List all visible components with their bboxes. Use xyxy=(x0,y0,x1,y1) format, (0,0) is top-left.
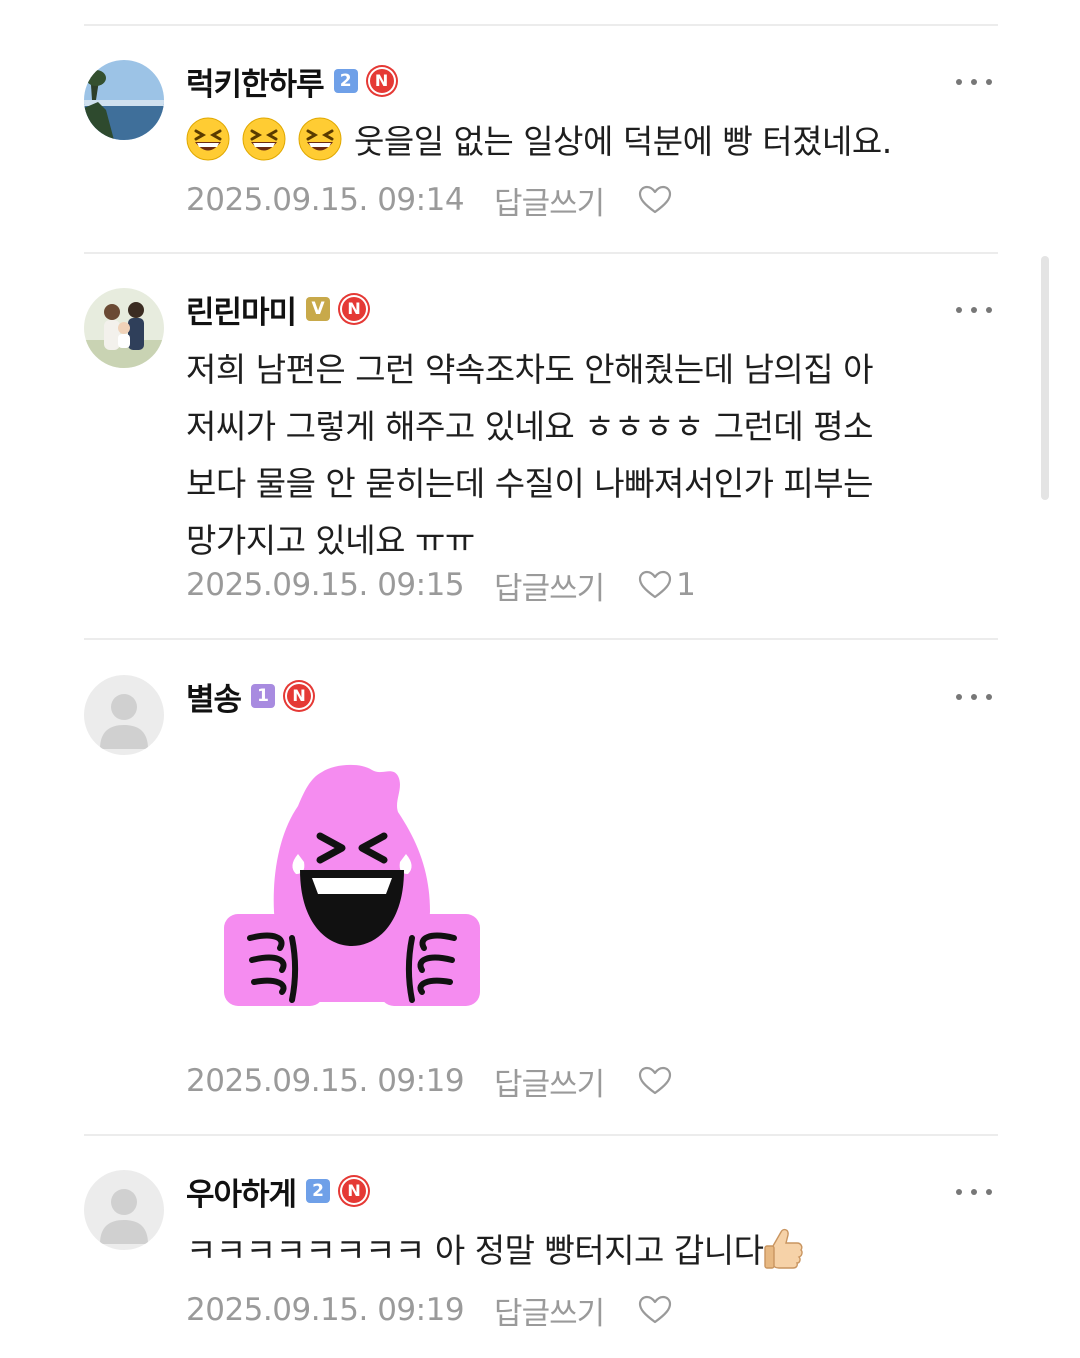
comment-text-line: 저희 남편은 그런 약속조차도 안해줬는데 남의집 아 xyxy=(186,350,874,389)
thumbs-up-icon xyxy=(764,1228,804,1269)
more-options-icon[interactable] xyxy=(956,1186,992,1198)
heart-icon[interactable] xyxy=(638,570,672,600)
comment-header: 별송 1 N xyxy=(186,674,314,719)
n-badge: N xyxy=(367,67,396,95)
heart-icon[interactable] xyxy=(638,185,672,215)
divider xyxy=(84,24,998,26)
reply-button[interactable]: 답글쓰기 xyxy=(494,1288,605,1333)
comment-text: 저희 남편은 그런 약속조차도 안해줬는데 남의집 아 저씨가 그렇게 해주고 … xyxy=(186,341,986,569)
comment-meta: 2025.09.15. 09:14 답글쓰기 xyxy=(186,178,676,222)
avatar[interactable] xyxy=(84,1170,164,1250)
n-badge: N xyxy=(340,1177,369,1205)
comment-meta: 2025.09.15. 09:15 답글쓰기 1 xyxy=(186,563,696,607)
grinning-squinting-face-icon xyxy=(186,117,230,161)
comment-header: 우아하게 2 N xyxy=(186,1169,369,1214)
avatar[interactable] xyxy=(84,60,164,140)
more-options-icon[interactable] xyxy=(956,691,992,703)
scrollbar[interactable] xyxy=(1041,256,1049,500)
more-options-icon[interactable] xyxy=(956,76,992,88)
heart-icon[interactable] xyxy=(638,1066,672,1096)
divider xyxy=(84,252,998,254)
pink-laughing-sticker xyxy=(224,764,480,1006)
comment-text-line: 저씨가 그렇게 해주고 있네요 ㅎㅎㅎㅎ 그런데 평소 xyxy=(186,407,874,446)
comment-header: 린린마미 V N xyxy=(186,287,369,332)
reply-button[interactable]: 답글쓰기 xyxy=(494,178,605,223)
comment-text: 웃을일 없는 일상에 덕분에 빵 터졌네요. xyxy=(186,113,986,170)
username[interactable]: 린린마미 xyxy=(186,287,297,332)
level-badge: 1 xyxy=(251,684,276,708)
username[interactable]: 별송 xyxy=(186,674,242,719)
grinning-squinting-face-icon xyxy=(298,117,342,161)
username[interactable]: 우아하게 xyxy=(186,1169,297,1214)
n-badge: N xyxy=(340,295,369,323)
reply-button[interactable]: 답글쓰기 xyxy=(494,563,605,608)
username[interactable]: 럭키한하루 xyxy=(186,59,325,104)
level-badge: V xyxy=(306,297,331,321)
more-options-icon[interactable] xyxy=(956,304,992,316)
grinning-squinting-face-icon xyxy=(242,117,286,161)
comment-header: 럭키한하루 2 N xyxy=(186,59,396,104)
level-badge: 2 xyxy=(333,69,358,93)
comment-text-line: 망가지고 있네요 ㅠㅠ xyxy=(186,521,475,560)
comment-date: 2025.09.15. 09:15 xyxy=(186,567,465,603)
level-badge: 2 xyxy=(306,1179,331,1203)
comment-date: 2025.09.15. 09:19 xyxy=(186,1063,465,1099)
reply-button[interactable]: 답글쓰기 xyxy=(494,1059,605,1104)
avatar[interactable] xyxy=(84,288,164,368)
comment-text-content: 웃을일 없는 일상에 덕분에 빵 터졌네요. xyxy=(354,122,892,161)
comment-meta: 2025.09.15. 09:19 답글쓰기 xyxy=(186,1059,676,1103)
comment-text-content: ㅋㅋㅋㅋㅋㅋㅋㅋ 아 정말 빵터지고 갑니다 xyxy=(186,1231,764,1270)
like-count: 1 xyxy=(676,567,696,603)
comment-text-line: 보다 물을 안 묻히는데 수질이 나빠져서인가 피부는 xyxy=(186,464,874,503)
comment-date: 2025.09.15. 09:14 xyxy=(186,182,465,218)
comment-text: ㅋㅋㅋㅋㅋㅋㅋㅋ 아 정말 빵터지고 갑니다 xyxy=(186,1222,986,1279)
divider xyxy=(84,1134,998,1136)
divider xyxy=(84,638,998,640)
avatar[interactable] xyxy=(84,675,164,755)
comment-meta: 2025.09.15. 09:19 답글쓰기 xyxy=(186,1288,676,1332)
n-badge: N xyxy=(285,682,314,710)
comment-date: 2025.09.15. 09:19 xyxy=(186,1292,465,1328)
heart-icon[interactable] xyxy=(638,1295,672,1325)
